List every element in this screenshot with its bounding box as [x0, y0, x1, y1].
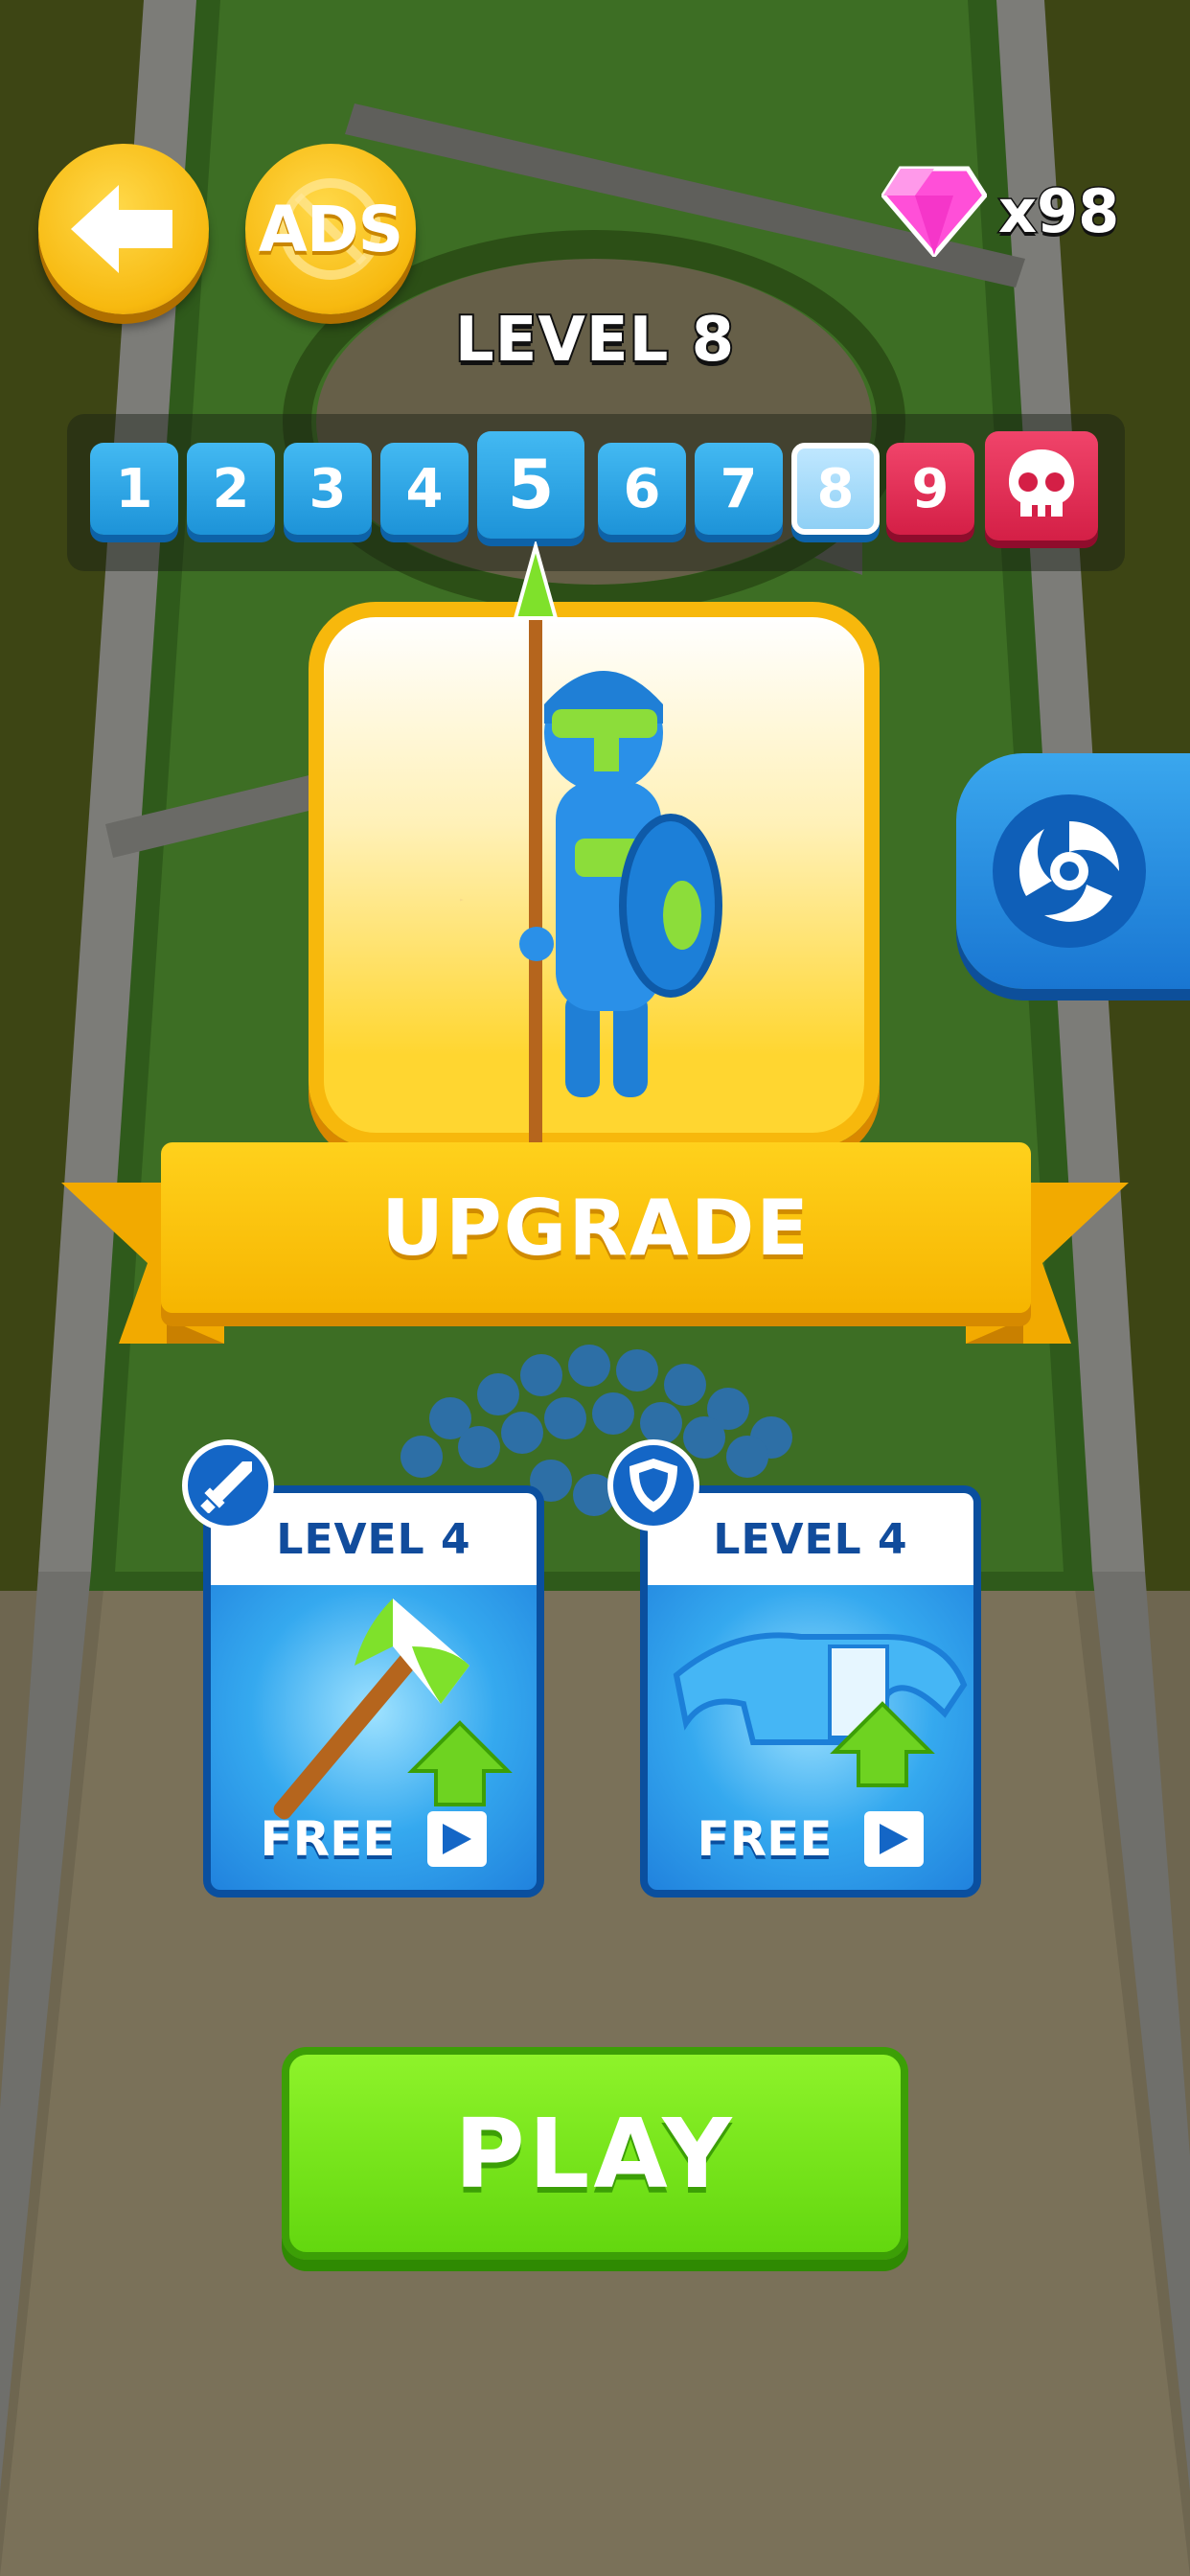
armor-free-row: FREE — [648, 1806, 973, 1873]
level-tile-3: 3 — [284, 443, 372, 535]
level-tile-4: 4 — [380, 443, 469, 535]
watch-ad-icon — [427, 1811, 488, 1867]
back-arrow-icon — [71, 185, 172, 273]
sword-icon — [200, 1461, 252, 1513]
level-tile-8-current: 8 — [791, 443, 880, 535]
play-button[interactable]: PLAY — [282, 2047, 908, 2260]
level-tile-1: 1 — [90, 443, 178, 535]
level-tile-7: 7 — [695, 443, 783, 535]
level-tile-9: 9 — [886, 443, 974, 535]
skill-button[interactable] — [956, 753, 1190, 989]
weapon-free-row: FREE — [211, 1806, 537, 1873]
play-label: PLAY — [454, 2097, 736, 2210]
back-button[interactable] — [38, 144, 209, 314]
gem-counter: x98 — [881, 165, 1121, 257]
level-tile-5: 5 — [477, 431, 584, 539]
gem-count: x98 — [996, 174, 1120, 247]
ads-label: ADS — [258, 192, 403, 266]
level-tile-2: 2 — [187, 443, 275, 535]
skull-icon — [1009, 449, 1074, 517]
gem-icon — [881, 166, 987, 257]
spearman-character-icon — [460, 541, 722, 1155]
boss-level-tile — [985, 431, 1098, 540]
level-title: LEVEL 8 — [453, 303, 736, 378]
armor-upgrade-card[interactable]: LEVEL 4 FREE — [640, 1485, 981, 1898]
armor-icon — [673, 1632, 968, 1787]
watch-ad-icon — [864, 1811, 925, 1867]
shield-icon — [629, 1459, 677, 1512]
upgrade-label: UPGRADE — [381, 1183, 811, 1273]
armor-level-label: LEVEL 4 — [648, 1493, 973, 1585]
upgrade-banner[interactable]: UPGRADE — [161, 1142, 1031, 1313]
swirl-icon — [993, 794, 1146, 948]
axe-icon — [273, 1598, 513, 1820]
armor-free-label: FREE — [697, 1811, 833, 1867]
ads-button[interactable]: ADS — [245, 144, 416, 314]
sword-badge — [182, 1439, 274, 1531]
weapon-upgrade-card[interactable]: LEVEL 4 FREE — [203, 1485, 544, 1898]
level-tile-6: 6 — [598, 443, 686, 535]
weapon-free-label: FREE — [260, 1811, 396, 1867]
shield-badge — [607, 1439, 699, 1531]
